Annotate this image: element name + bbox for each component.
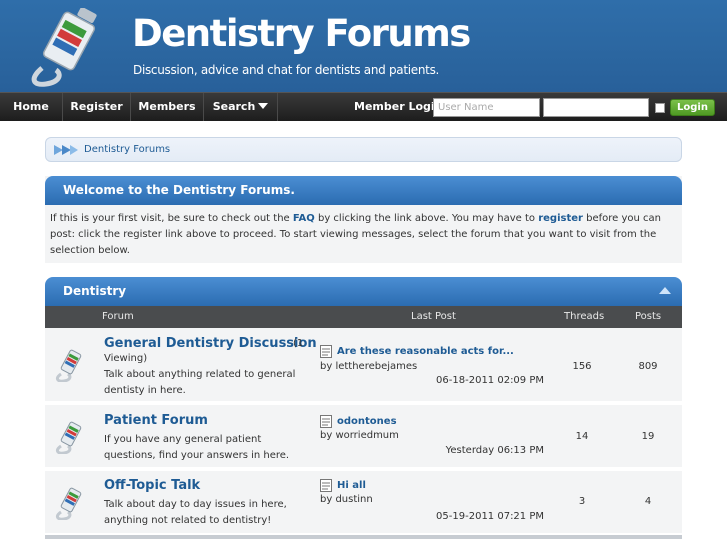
forum-title-link[interactable]: General Dentistry Discussion bbox=[104, 336, 317, 351]
document-icon bbox=[320, 415, 332, 428]
forum-row: General Dentistry Discussion (1 Viewing)… bbox=[45, 328, 682, 403]
document-icon bbox=[320, 345, 332, 358]
welcome-title: Welcome to the Dentistry Forums. bbox=[63, 183, 295, 197]
viewing-count: (1 bbox=[293, 338, 304, 349]
forum-row: Off-Topic Talk Talk about day to day iss… bbox=[45, 471, 682, 535]
breadcrumb-home-link[interactable]: Dentistry Forums bbox=[84, 138, 170, 161]
col-last-post: Last Post bbox=[411, 311, 456, 322]
collapse-icon[interactable] bbox=[659, 287, 671, 294]
last-post-author[interactable]: by dustinn bbox=[320, 494, 373, 505]
forum-row: Patient Forum If you have any general pa… bbox=[45, 405, 682, 469]
last-post-author[interactable]: by worriedmum bbox=[320, 430, 399, 441]
thread-count: 14 bbox=[575, 431, 589, 442]
thread-count: 3 bbox=[578, 496, 586, 507]
nav-search[interactable]: Search bbox=[204, 93, 278, 121]
forum-description-text: Talk about anything related to general d… bbox=[104, 369, 296, 396]
col-posts: Posts bbox=[635, 311, 662, 322]
category-title[interactable]: Dentistry bbox=[63, 277, 126, 306]
thread-count: 156 bbox=[572, 361, 592, 372]
faq-link[interactable]: FAQ bbox=[293, 213, 315, 224]
forum-description: If you have any general patient question… bbox=[104, 434, 290, 461]
password-input[interactable] bbox=[543, 98, 649, 117]
welcome-block: Welcome to the Dentistry Forums. If this… bbox=[45, 176, 682, 263]
last-post-date: Yesterday 06:13 PM bbox=[445, 445, 544, 456]
register-link[interactable]: register bbox=[538, 213, 583, 224]
toothpaste-logo-icon[interactable] bbox=[22, 8, 108, 88]
welcome-text-2: by clicking the link above. You may have… bbox=[314, 213, 539, 224]
category-header: Dentistry bbox=[45, 277, 682, 306]
nav-members[interactable]: Members bbox=[131, 93, 204, 121]
document-icon bbox=[320, 479, 332, 492]
last-post-title-link[interactable]: odontones bbox=[337, 416, 397, 427]
chevron-down-icon bbox=[258, 103, 269, 109]
forum-status-icon bbox=[55, 421, 82, 454]
post-count: 19 bbox=[641, 431, 655, 442]
breadcrumb-arrows-icon bbox=[54, 145, 78, 155]
forum-category-dentistry: Dentistry Forum Last Post Threads Posts … bbox=[45, 277, 682, 545]
site-header: Dentistry Forums Discussion, advice and … bbox=[0, 0, 727, 92]
username-input[interactable] bbox=[433, 98, 540, 117]
site-title: Dentistry Forums bbox=[132, 12, 471, 55]
viewing-count-rest: Viewing) bbox=[104, 353, 148, 364]
login-button[interactable]: Login bbox=[670, 99, 715, 116]
last-post-title-link[interactable]: Are these reasonable acts for... bbox=[337, 346, 514, 357]
last-post-author[interactable]: by lettherebejames bbox=[320, 361, 417, 372]
site-tagline: Discussion, advice and chat for dentists… bbox=[133, 63, 440, 77]
post-count: 809 bbox=[638, 361, 658, 372]
welcome-header: Welcome to the Dentistry Forums. bbox=[45, 176, 682, 205]
navbar: Home Register Members Search Member Logi… bbox=[0, 92, 727, 121]
welcome-text-1: If this is your first visit, be sure to … bbox=[50, 213, 293, 224]
forum-description: Viewing) Talk about anything related to g… bbox=[104, 351, 309, 399]
last-post-date: 05-19-2011 07:21 PM bbox=[436, 511, 544, 522]
forum-status-icon bbox=[55, 487, 82, 520]
forum-block-footer bbox=[45, 535, 682, 539]
forum-title-link[interactable]: Patient Forum bbox=[104, 413, 208, 428]
col-forum: Forum bbox=[102, 311, 134, 322]
last-post-date: 06-18-2011 02:09 PM bbox=[436, 375, 544, 386]
nav-home[interactable]: Home bbox=[0, 93, 63, 121]
column-headers: Forum Last Post Threads Posts bbox=[45, 306, 682, 328]
forum-description: Talk about day to day issues in here, an… bbox=[104, 499, 287, 526]
remember-me-checkbox[interactable] bbox=[655, 103, 665, 113]
nav-search-label: Search bbox=[212, 100, 256, 113]
breadcrumb: Dentistry Forums bbox=[45, 137, 682, 162]
last-post-title-link[interactable]: Hi all bbox=[337, 480, 366, 491]
forum-title-link[interactable]: Off-Topic Talk bbox=[104, 478, 200, 493]
welcome-text: If this is your first visit, be sure to … bbox=[50, 211, 676, 259]
forum-status-icon bbox=[55, 349, 82, 382]
nav-register[interactable]: Register bbox=[63, 93, 131, 121]
col-threads: Threads bbox=[564, 311, 605, 322]
post-count: 4 bbox=[644, 496, 652, 507]
